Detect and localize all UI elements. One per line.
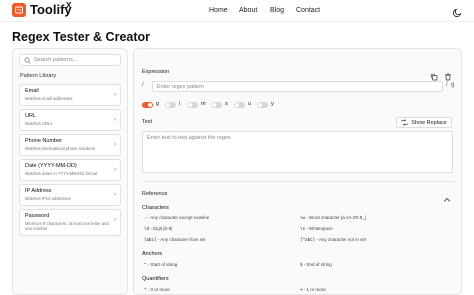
pattern-name: IP Address xyxy=(25,188,52,194)
quantifiers-title: Quantifiers xyxy=(142,276,169,282)
nav-home-link[interactable]: Home xyxy=(209,7,228,14)
pattern-item-ip[interactable]: IP Address Matches IPv4 addresses › xyxy=(19,184,121,206)
search-icon xyxy=(24,57,31,64)
pattern-desc: Minimum 8 characters, at least one lette… xyxy=(25,221,109,231)
pattern-desc: Matches dates in YYYY-MM-DD format xyxy=(25,171,98,176)
ref-entry: $ - End of string xyxy=(300,262,332,267)
pattern-item-url[interactable]: URL Matches URLs › xyxy=(19,109,121,131)
nav-contact-link[interactable]: Contact xyxy=(296,7,320,14)
show-replace-label: Show Replace xyxy=(411,119,447,126)
slash-close: / xyxy=(446,82,448,88)
chevron-right-icon: › xyxy=(114,117,116,123)
pattern-item-password[interactable]: Password Minimum 8 characters, at least … xyxy=(19,209,121,236)
anchors-title: Anchors xyxy=(142,251,163,257)
show-replace-button[interactable]: Show Replace xyxy=(396,117,452,128)
chevron-right-icon: › xyxy=(114,217,116,223)
ref-entry: [abc] - Any character from set xyxy=(144,237,206,242)
replace-icon xyxy=(401,119,408,126)
pattern-desc: Matches IPv4 addresses xyxy=(25,196,71,201)
regex-row: / / g xyxy=(142,81,455,92)
pattern-name: Phone Number xyxy=(25,138,62,144)
reference-title[interactable]: Reference xyxy=(142,191,167,197)
regex-input[interactable] xyxy=(152,81,443,92)
ref-entry: \s - Whitespace xyxy=(300,226,333,231)
pattern-name: Date (YYYY-MM-DD) xyxy=(25,163,77,169)
divider xyxy=(142,181,455,182)
top-header: Toolify X Home About Blog Contact xyxy=(0,0,474,22)
expression-label: Expression xyxy=(142,69,170,75)
ref-entry: + - 1 or more xyxy=(300,287,326,292)
chevron-right-icon: › xyxy=(114,142,116,148)
search-field[interactable] xyxy=(19,54,121,66)
chevron-up-icon[interactable] xyxy=(443,190,451,202)
chevron-right-icon: › xyxy=(114,92,116,98)
pattern-item-email[interactable]: Email Matches email addresses › xyxy=(19,84,121,106)
pattern-desc: Matches international phone numbers xyxy=(25,146,96,151)
test-text-input[interactable] xyxy=(142,131,453,173)
pattern-name: URL xyxy=(25,113,37,119)
regex-main-panel: Expression / / g g i m s u y Text Show R… xyxy=(133,48,462,295)
ref-entry: \w - Word character [a-zA-Z0-9_] xyxy=(300,215,366,220)
flags-suffix: g xyxy=(451,82,455,88)
logo-icon[interactable] xyxy=(12,3,26,17)
slash-open: / xyxy=(142,82,144,88)
ref-entry: * - 0 or more xyxy=(144,287,170,292)
nav-blog-link[interactable]: Blog xyxy=(270,7,284,14)
pattern-desc: Matches email addresses xyxy=(25,96,73,101)
pattern-sidebar: Pattern Library Email Matches email addr… xyxy=(12,48,128,295)
chevron-right-icon: › xyxy=(114,167,116,173)
pattern-name: Password xyxy=(25,213,50,219)
nav-about-link[interactable]: About xyxy=(239,7,257,14)
page-title: Regex Tester & Creator xyxy=(12,30,151,44)
copy-icon[interactable] xyxy=(430,68,438,81)
pattern-name: Email xyxy=(25,88,39,94)
characters-title: Characters xyxy=(142,205,169,211)
ref-entry: \d - Digit [0-9] xyxy=(144,226,173,231)
pattern-desc: Matches URLs xyxy=(25,121,53,126)
trash-icon[interactable] xyxy=(444,68,452,81)
pattern-item-phone[interactable]: Phone Number Matches international phone… xyxy=(19,134,121,156)
ref-entry: [^abc] - Any character not in set xyxy=(300,237,367,242)
chevron-right-icon: › xyxy=(114,192,116,198)
ref-entry: ^ - Start of string xyxy=(144,262,178,267)
search-input[interactable] xyxy=(34,55,120,65)
moon-icon[interactable] xyxy=(452,5,463,18)
brand-sup: X xyxy=(66,1,72,10)
pattern-library-label: Pattern Library xyxy=(20,73,57,79)
ref-entry: . - Any character except newline xyxy=(144,215,210,220)
pattern-item-date[interactable]: Date (YYYY-MM-DD) Matches dates in YYYY-… xyxy=(19,159,121,181)
text-label: Text xyxy=(142,119,153,125)
